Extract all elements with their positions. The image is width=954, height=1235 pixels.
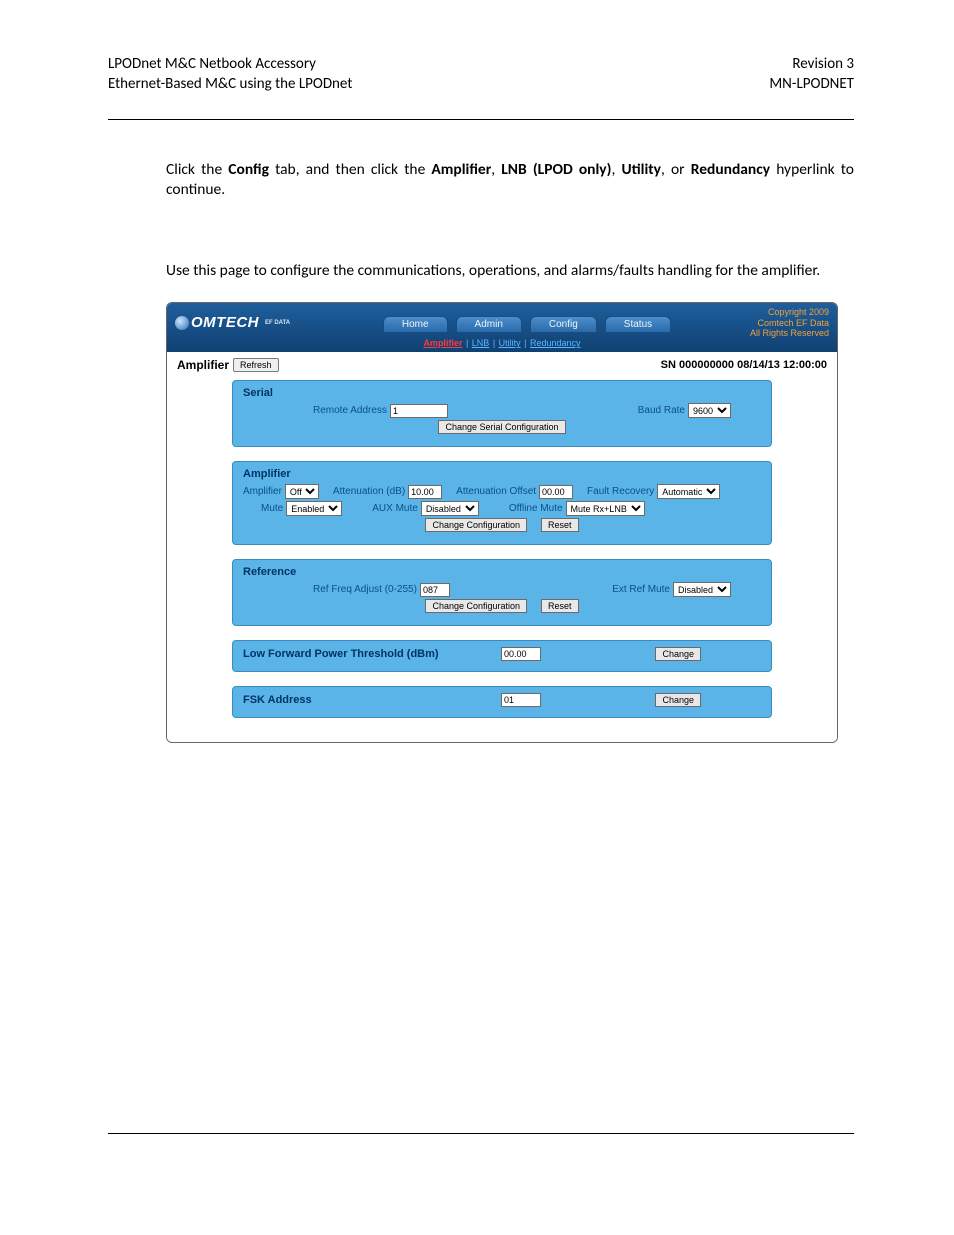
tab-admin[interactable]: Admin [456,316,522,332]
copyright-block: Copyright 2009 Comtech EF Data All Right… [709,307,829,338]
text-redundancy: Redundancy [691,160,770,179]
amplifier-panel: Amplifier Amplifier Off Attenuation (dB)… [232,461,772,545]
serial-number-timestamp: SN 000000000 08/14/13 12:00:00 [661,359,827,371]
logo-text: OMTECH [191,314,259,331]
change-amplifier-config-button[interactable]: Change Configuration [425,518,527,532]
subtab-amplifier[interactable]: Amplifier [423,338,462,348]
text-amplifier: Amplifier [431,160,491,179]
ext-ref-mute-label: Ext Ref Mute [612,584,670,595]
text: , or [661,160,691,179]
remote-address-input[interactable] [390,404,448,418]
lfpt-panel: Low Forward Power Threshold (dBm) Change [232,640,772,672]
separator: | [490,338,497,348]
separator: | [522,338,529,348]
baud-rate-select[interactable]: 9600 [688,403,731,418]
sub-tabs: Amplifier | LNB | Utility | Redundancy [175,338,829,350]
copyright-line2: Comtech EF Data [709,318,829,328]
fault-recovery-label: Fault Recovery [587,486,654,497]
reset-amplifier-button[interactable]: Reset [541,518,579,532]
doc-title-line1: LPODnet M&C Netbook Accessory [108,54,352,74]
lfpt-input[interactable] [501,647,541,661]
fsk-change-button[interactable]: Change [655,693,701,707]
text: Click the [166,160,228,179]
amplifier-panel-title: Amplifier [243,468,761,480]
doc-revision: Revision 3 [769,54,854,74]
attenuation-input[interactable] [408,485,442,499]
page-title-bar: Amplifier Refresh SN 000000000 08/14/13 … [177,358,827,372]
intro-paragraph-1: Click the Config tab, and then click the… [166,160,854,202]
change-reference-config-button[interactable]: Change Configuration [425,599,527,613]
serial-panel: Serial Remote Address Baud Rate 9600 Cha… [232,380,772,447]
tab-home[interactable]: Home [383,316,448,332]
intro-paragraph-2: Use this page to configure the communica… [166,261,854,282]
aux-mute-select[interactable]: Disabled [421,501,479,516]
doc-id: MN-LPODNET [769,74,854,94]
ext-ref-mute-select[interactable]: Disabled [673,582,731,597]
reference-panel: Reference Ref Freq Adjust (0-255) Ext Re… [232,559,772,626]
logo: OMTECH EF DATA [175,314,345,331]
doc-header-right: Revision 3 MN-LPODNET [769,54,854,95]
aux-mute-label: AUX Mute [372,503,418,514]
reset-reference-button[interactable]: Reset [541,599,579,613]
page-title: Amplifier [177,358,229,372]
text-config: Config [228,160,269,179]
fsk-input[interactable] [501,693,541,707]
text-lnb: LNB (LPOD only) [501,160,611,179]
baud-rate-label: Baud Rate [638,405,685,416]
doc-title-line2: Ethernet-Based M&C using the LPODnet [108,74,352,94]
attenuation-offset-label: Attenuation Offset [456,486,536,497]
text: tab, and then click the [269,160,431,179]
remote-address-label: Remote Address [313,405,387,416]
top-banner: OMTECH EF DATA Home Admin Config Status … [167,303,837,352]
doc-footer-rule [108,1133,854,1134]
ref-freq-adjust-label: Ref Freq Adjust (0-255) [313,584,417,595]
amplifier-state-select[interactable]: Off [285,484,319,499]
tab-status[interactable]: Status [605,316,671,332]
copyright-line3: All Rights Reserved [709,328,829,338]
ui-body: Amplifier Refresh SN 000000000 08/14/13 … [167,352,837,742]
amplifier-state-label: Amplifier [243,486,282,497]
mute-select[interactable]: Enabled [286,501,342,516]
main-tabs: Home Admin Config Status [345,314,709,332]
doc-header: LPODnet M&C Netbook Accessory Ethernet-B… [108,54,854,120]
subtab-lnb[interactable]: LNB [472,338,490,348]
reference-panel-title: Reference [243,566,761,578]
ref-freq-adjust-input[interactable] [420,583,450,597]
attenuation-label: Attenuation (dB) [333,486,405,497]
offline-mute-label: Offline Mute [509,503,563,514]
text: , [611,160,621,179]
serial-panel-title: Serial [243,387,761,399]
mute-label: Mute [261,503,283,514]
subtab-utility[interactable]: Utility [499,338,521,348]
config-amplifier-screenshot: OMTECH EF DATA Home Admin Config Status … [166,302,838,743]
attenuation-offset-input[interactable] [539,485,573,499]
copyright-line1: Copyright 2009 [709,307,829,317]
doc-header-left: LPODnet M&C Netbook Accessory Ethernet-B… [108,54,352,95]
subtab-redundancy[interactable]: Redundancy [530,338,581,348]
fault-recovery-select[interactable]: Automatic [657,484,720,499]
logo-subtext: EF DATA [265,320,290,326]
text: , [491,160,501,179]
refresh-button[interactable]: Refresh [233,358,279,372]
fsk-panel: FSK Address Change [232,686,772,718]
lfpt-change-button[interactable]: Change [655,647,701,661]
text-utility: Utility [621,160,661,179]
lfpt-title: Low Forward Power Threshold (dBm) [243,648,493,660]
separator: | [463,338,470,348]
offline-mute-select[interactable]: Mute Rx+LNB [566,501,645,516]
globe-icon [175,316,189,330]
change-serial-config-button[interactable]: Change Serial Configuration [438,420,565,434]
tab-config[interactable]: Config [530,316,597,332]
fsk-title: FSK Address [243,694,493,706]
